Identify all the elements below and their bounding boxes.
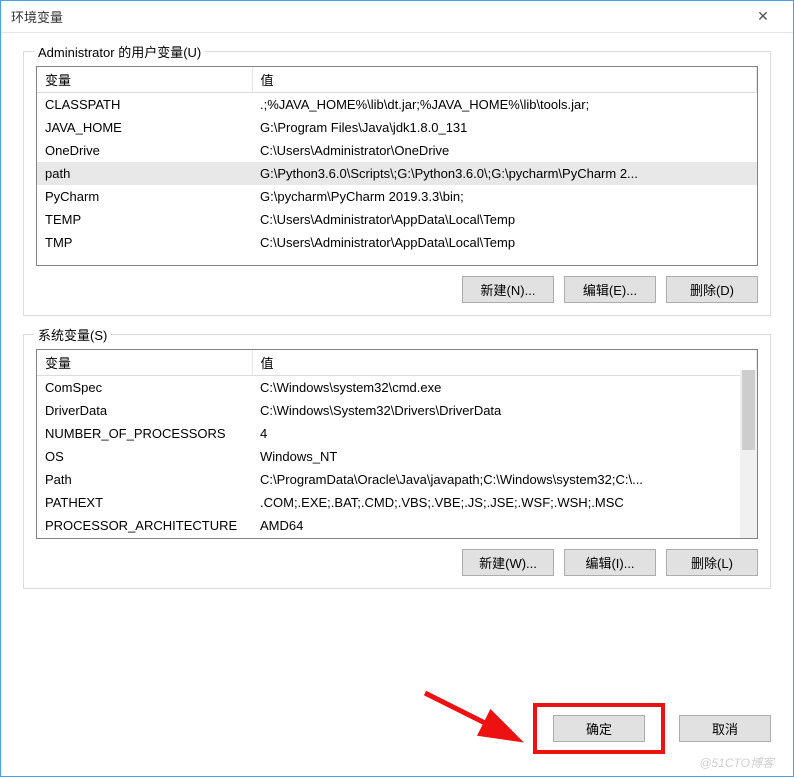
var-name: TMP [37, 231, 252, 254]
var-value: C:\Users\Administrator\AppData\Local\Tem… [252, 231, 757, 254]
client-area: Administrator 的用户变量(U) 变量 值 CLASSPATH.;%… [1, 33, 793, 697]
var-value: G:\Program Files\Java\jdk1.8.0_131 [252, 116, 757, 139]
titlebar: 环境变量 ✕ [1, 1, 793, 33]
user-col-value[interactable]: 值 [252, 67, 757, 93]
var-name: NUMBER_OF_PROCESSORS [37, 422, 252, 445]
table-row[interactable]: JAVA_HOMEG:\Program Files\Java\jdk1.8.0_… [37, 116, 757, 139]
user-variables-table[interactable]: 变量 值 CLASSPATH.;%JAVA_HOME%\lib\dt.jar;%… [36, 66, 758, 266]
sys-new-button[interactable]: 新建(W)... [462, 549, 554, 576]
env-vars-window: 环境变量 ✕ Administrator 的用户变量(U) 变量 值 CLASS… [0, 0, 794, 777]
sys-buttons-row: 新建(W)... 编辑(I)... 删除(L) [36, 549, 758, 576]
close-icon[interactable]: ✕ [743, 8, 783, 25]
user-group-legend: Administrator 的用户变量(U) [34, 42, 205, 61]
user-delete-button[interactable]: 删除(D) [666, 276, 758, 303]
table-row[interactable]: ComSpecC:\Windows\system32\cmd.exe [37, 376, 757, 399]
system-variables-table[interactable]: 变量 值 ComSpecC:\Windows\system32\cmd.exeD… [36, 349, 758, 539]
var-name: ComSpec [37, 376, 252, 399]
var-name: JAVA_HOME [37, 116, 252, 139]
user-col-variable[interactable]: 变量 [37, 67, 252, 93]
table-row[interactable]: CLASSPATH.;%JAVA_HOME%\lib\dt.jar;%JAVA_… [37, 93, 757, 116]
table-row[interactable]: NUMBER_OF_PROCESSORS4 [37, 422, 757, 445]
table-row[interactable]: pathG:\Python3.6.0\Scripts\;G:\Python3.6… [37, 162, 757, 185]
var-value: .COM;.EXE;.BAT;.CMD;.VBS;.VBE;.JS;.JSE;.… [252, 491, 757, 514]
sys-scrollbar[interactable] [740, 370, 757, 538]
sys-col-value[interactable]: 值 [252, 350, 757, 376]
var-name: OS [37, 445, 252, 468]
var-name: PyCharm [37, 185, 252, 208]
sys-edit-button[interactable]: 编辑(I)... [564, 549, 656, 576]
ok-highlight-box: 确定 [533, 703, 665, 754]
dialog-footer: 确定 取消 [1, 697, 793, 776]
var-value: .;%JAVA_HOME%\lib\dt.jar;%JAVA_HOME%\lib… [252, 93, 757, 116]
user-edit-button[interactable]: 编辑(E)... [564, 276, 656, 303]
table-row[interactable]: TEMPC:\Users\Administrator\AppData\Local… [37, 208, 757, 231]
table-row[interactable]: PyCharmG:\pycharm\PyCharm 2019.3.3\bin; [37, 185, 757, 208]
var-value: AMD64 [252, 514, 757, 537]
table-row[interactable]: PROCESSOR_ARCHITECTUREAMD64 [37, 514, 757, 537]
var-name: DriverData [37, 399, 252, 422]
var-value: C:\Windows\system32\cmd.exe [252, 376, 757, 399]
scrollbar-thumb[interactable] [742, 370, 755, 450]
var-name: PROCESSOR_ARCHITECTURE [37, 514, 252, 537]
user-variables-group: Administrator 的用户变量(U) 变量 值 CLASSPATH.;%… [23, 51, 771, 316]
var-value: C:\Users\Administrator\OneDrive [252, 139, 757, 162]
var-value: 4 [252, 422, 757, 445]
table-row[interactable]: TMPC:\Users\Administrator\AppData\Local\… [37, 231, 757, 254]
var-name: CLASSPATH [37, 93, 252, 116]
var-value: C:\Windows\System32\Drivers\DriverData [252, 399, 757, 422]
ok-button[interactable]: 确定 [553, 715, 645, 742]
var-name: path [37, 162, 252, 185]
table-row[interactable]: PATHEXT.COM;.EXE;.BAT;.CMD;.VBS;.VBE;.JS… [37, 491, 757, 514]
var-value: Windows_NT [252, 445, 757, 468]
system-variables-group: 系统变量(S) 变量 值 ComSpecC:\Windows\system32\… [23, 334, 771, 589]
var-name: OneDrive [37, 139, 252, 162]
watermark-text: @51CTO博客 [699, 754, 774, 771]
var-name: Path [37, 468, 252, 491]
var-name: PATHEXT [37, 491, 252, 514]
var-value: C:\Users\Administrator\AppData\Local\Tem… [252, 208, 757, 231]
sys-delete-button[interactable]: 删除(L) [666, 549, 758, 576]
table-row[interactable]: DriverDataC:\Windows\System32\Drivers\Dr… [37, 399, 757, 422]
sys-group-legend: 系统变量(S) [34, 325, 111, 344]
window-title: 环境变量 [11, 7, 63, 26]
cancel-button[interactable]: 取消 [679, 715, 771, 742]
var-name: TEMP [37, 208, 252, 231]
table-row[interactable]: PathC:\ProgramData\Oracle\Java\javapath;… [37, 468, 757, 491]
var-value: G:\Python3.6.0\Scripts\;G:\Python3.6.0\;… [252, 162, 757, 185]
user-new-button[interactable]: 新建(N)... [462, 276, 554, 303]
sys-col-variable[interactable]: 变量 [37, 350, 252, 376]
var-value: C:\ProgramData\Oracle\Java\javapath;C:\W… [252, 468, 757, 491]
user-buttons-row: 新建(N)... 编辑(E)... 删除(D) [36, 276, 758, 303]
table-row[interactable]: OneDriveC:\Users\Administrator\OneDrive [37, 139, 757, 162]
table-row[interactable]: OSWindows_NT [37, 445, 757, 468]
var-value: G:\pycharm\PyCharm 2019.3.3\bin; [252, 185, 757, 208]
